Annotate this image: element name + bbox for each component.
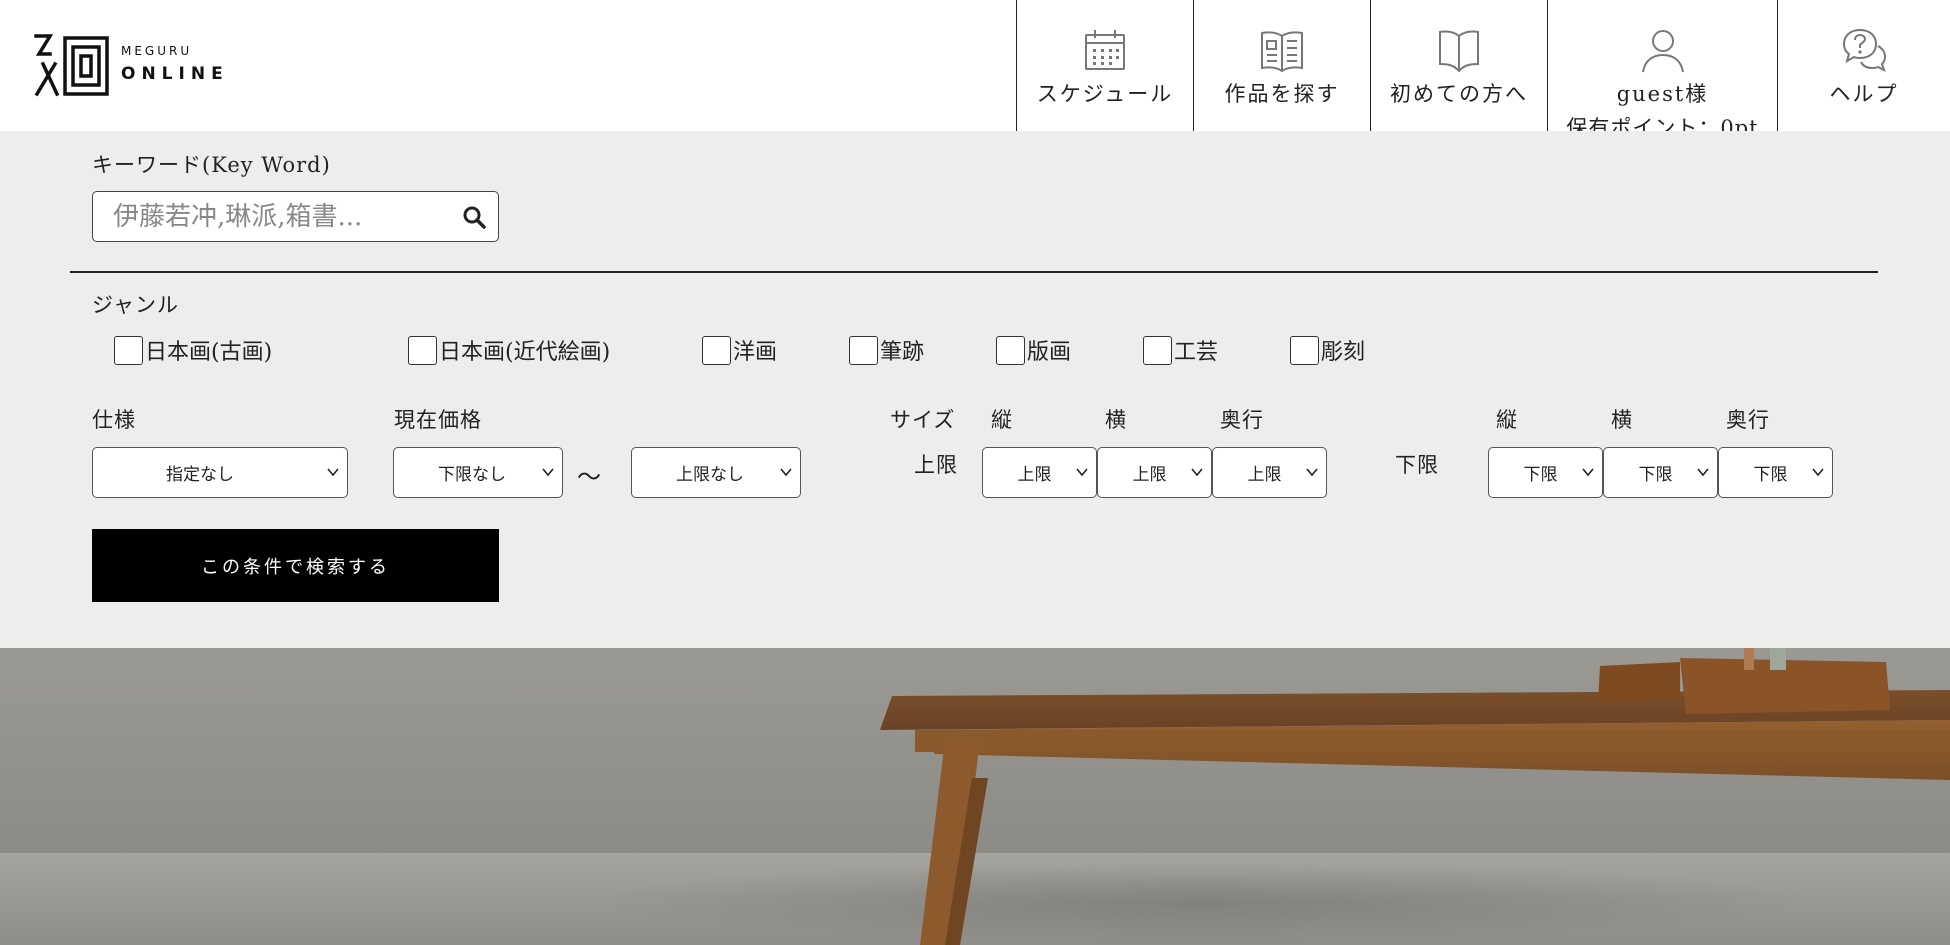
chevron-down-icon <box>1697 468 1709 477</box>
upper-limit-label: 上限 <box>914 453 958 477</box>
upper-width-select[interactable]: 上限 <box>1097 447 1212 498</box>
search-panel: キーワード(Key Word) ジャンル 日本画(古画) 日本画(近代絵画) 洋… <box>0 131 1950 648</box>
select-value: 下限 <box>1523 465 1558 485</box>
genre-checkbox-calligraphy[interactable]: 筆跡 <box>849 335 924 365</box>
logo-name: ONLINE <box>121 64 229 84</box>
site-header: MEGURU ONLINE スケジュール 作品を探す 初めての方へ guest様… <box>0 0 1950 140</box>
chevron-down-icon <box>542 468 554 477</box>
genre-checkbox-sculpture[interactable]: 彫刻 <box>1290 335 1365 365</box>
price-label: 現在価格 <box>394 408 482 432</box>
lower-limit-label: 下限 <box>1395 453 1439 477</box>
chevron-down-icon <box>1076 468 1088 477</box>
upper-height-select[interactable]: 上限 <box>982 447 1097 498</box>
price-min-select[interactable]: 下限なし <box>393 447 563 498</box>
nav-label-guest: guest様 <box>1616 82 1709 106</box>
checkbox-label: 日本画(古画) <box>145 340 273 365</box>
checkbox-label: 洋画 <box>733 340 778 365</box>
checkbox-label: 工芸 <box>1174 340 1219 365</box>
spec-label: 仕様 <box>92 408 136 432</box>
lower-height-select[interactable]: 下限 <box>1488 447 1603 498</box>
site-logo[interactable]: MEGURU ONLINE <box>33 30 229 98</box>
spec-select[interactable]: 指定なし <box>92 447 348 498</box>
genre-checkbox-western[interactable]: 洋画 <box>702 335 777 365</box>
nav-item-schedule[interactable]: スケジュール <box>1016 0 1193 131</box>
nav-item-account[interactable]: guest様 保有ポイント：0pt <box>1547 0 1777 140</box>
select-value: 上限 <box>1247 465 1282 485</box>
genre-checkbox-nihonga-old[interactable]: 日本画(古画) <box>114 335 272 365</box>
lower-width-label: 横 <box>1611 408 1633 432</box>
checkbox[interactable] <box>1290 335 1319 365</box>
logo-subtitle: MEGURU <box>121 44 193 58</box>
select-value: 下限 <box>1753 465 1788 485</box>
select-value: 上限 <box>1132 465 1167 485</box>
nav-label: 初めての方へ <box>1390 82 1528 106</box>
chevron-down-icon <box>780 468 792 477</box>
checkbox-label: 版画 <box>1027 340 1072 365</box>
upper-width-label: 横 <box>1105 408 1127 432</box>
size-label: サイズ <box>890 408 956 432</box>
lower-height-label: 縦 <box>1496 408 1518 432</box>
genre-checkbox-print[interactable]: 版画 <box>996 335 1071 365</box>
nav-item-beginners[interactable]: 初めての方へ <box>1370 0 1547 131</box>
genre-checkbox-nihonga-modern[interactable]: 日本画(近代絵画) <box>408 335 610 365</box>
chevron-down-icon <box>327 468 339 477</box>
open-book-icon <box>1439 30 1479 73</box>
user-icon <box>1641 30 1684 73</box>
section-divider <box>70 271 1878 273</box>
range-separator: ～ <box>577 463 601 491</box>
chevron-down-icon <box>1812 468 1824 477</box>
checkbox[interactable] <box>408 335 437 365</box>
chevron-down-icon <box>1191 468 1203 477</box>
keyword-input[interactable] <box>113 198 453 236</box>
nav-item-help[interactable]: ヘルプ <box>1777 0 1950 131</box>
nav-label: 作品を探す <box>1224 82 1340 106</box>
meguru-logo-mark <box>34 34 109 97</box>
upper-depth-label: 奥行 <box>1220 408 1264 432</box>
keyword-search-box[interactable] <box>92 191 499 242</box>
select-value: 上限なし <box>676 465 744 485</box>
genre-checkbox-crafts[interactable]: 工芸 <box>1143 335 1218 365</box>
checkbox[interactable] <box>114 335 143 365</box>
checkbox[interactable] <box>1143 335 1172 365</box>
chevron-down-icon <box>1582 468 1594 477</box>
bench-photo <box>0 648 1950 945</box>
help-chat-icon <box>1842 28 1887 72</box>
chevron-down-icon <box>1306 468 1318 477</box>
checkbox-label: 筆跡 <box>880 340 925 365</box>
checkbox[interactable] <box>702 335 731 365</box>
select-value: 指定なし <box>166 465 234 485</box>
lower-width-select[interactable]: 下限 <box>1603 447 1718 498</box>
calendar-icon <box>1085 30 1125 70</box>
lower-depth-select[interactable]: 下限 <box>1718 447 1833 498</box>
search-icon[interactable] <box>462 205 486 229</box>
hero-image <box>0 648 1950 945</box>
nav-label: スケジュール <box>1036 82 1174 106</box>
checkbox-label: 日本画(近代絵画) <box>439 340 611 365</box>
nav-item-find-works[interactable]: 作品を探す <box>1193 0 1370 131</box>
lower-depth-label: 奥行 <box>1726 408 1770 432</box>
nav-label: ヘルプ <box>1829 82 1899 106</box>
keyword-label: キーワード(Key Word) <box>92 153 331 177</box>
book-search-icon <box>1261 31 1303 73</box>
checkbox[interactable] <box>996 335 1025 365</box>
upper-depth-select[interactable]: 上限 <box>1212 447 1327 498</box>
upper-height-label: 縦 <box>991 408 1013 432</box>
search-submit-button[interactable]: この条件で検索する <box>92 529 499 602</box>
price-max-select[interactable]: 上限なし <box>631 447 801 498</box>
select-value: 下限 <box>1638 465 1673 485</box>
checkbox-label: 彫刻 <box>1321 340 1366 365</box>
select-value: 下限なし <box>438 465 506 485</box>
select-value: 上限 <box>1017 465 1052 485</box>
genre-label: ジャンル <box>92 293 179 317</box>
checkbox[interactable] <box>849 335 878 365</box>
